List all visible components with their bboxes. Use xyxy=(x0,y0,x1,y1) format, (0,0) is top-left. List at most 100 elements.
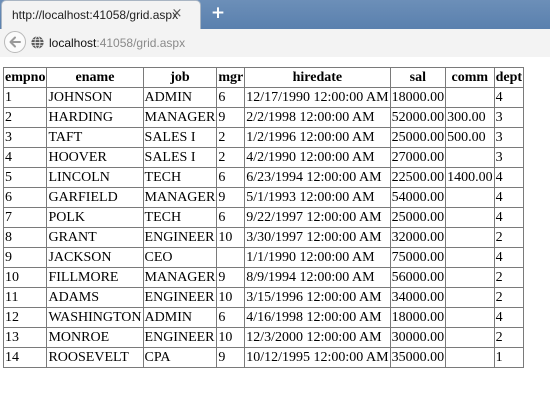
globe-icon xyxy=(31,35,44,50)
cell-dept: 4 xyxy=(493,307,525,328)
cell-sal: 25000.00 xyxy=(389,207,447,228)
cell-sal: 56000.00 xyxy=(389,267,447,288)
close-tab-icon[interactable]: × xyxy=(170,7,184,21)
cell-empno: 14 xyxy=(2,347,48,368)
table-row: 14 ROOSEVELT CPA 9 10/12/1995 12:00:00 AM 350… xyxy=(2,347,525,368)
cell-empno: 10 xyxy=(2,267,48,288)
cell-job: MANAGER xyxy=(142,107,218,128)
cell-dept: 1 xyxy=(493,347,525,368)
cell-job: TECH xyxy=(142,167,218,188)
address-bar[interactable]: localhost:41058/grid.aspx xyxy=(30,33,546,53)
cell-mgr: 10 xyxy=(216,227,246,248)
cell-dept: 3 xyxy=(493,127,525,148)
cell-comm xyxy=(445,247,495,268)
cell-comm xyxy=(445,227,495,248)
table-row: 9 JACKSON CEO 1/1/1990 12:00:00 AM 75000.00 4 xyxy=(2,247,525,268)
table-row: 4 HOOVER SALES I 2 4/2/1990 12:00:00 AM 27000… xyxy=(2,147,525,168)
tab-title: http://localhost:41058/grid.aspx xyxy=(12,8,179,22)
cell-hiredate: 3/15/1996 12:00:00 AM xyxy=(244,287,391,308)
cell-mgr: 2 xyxy=(216,127,246,148)
table-row: 12 WASHINGTON ADMIN 6 4/16/1998 12:00:00 AM 1… xyxy=(2,307,525,328)
cell-ename: WASHINGTON xyxy=(46,307,144,328)
header-row: empno ename job mgr hiredate sal comm dept xyxy=(2,67,525,88)
cell-ename: HOOVER xyxy=(46,147,144,168)
url-path: :41058/grid.aspx xyxy=(96,36,186,50)
cell-comm: 500.00 xyxy=(445,127,495,148)
cell-sal: 54000.00 xyxy=(389,187,447,208)
cell-job: SALES I xyxy=(142,147,218,168)
cell-ename: GARFIELD xyxy=(46,187,144,208)
cell-sal: 34000.00 xyxy=(389,287,447,308)
grid-body: 1 JOHNSON ADMIN 6 12/17/1990 12:00:00 AM 1800… xyxy=(2,87,525,368)
cell-sal: 18000.00 xyxy=(389,87,447,108)
cell-mgr: 6 xyxy=(216,87,246,108)
table-row: 1 JOHNSON ADMIN 6 12/17/1990 12:00:00 AM 1800… xyxy=(2,87,525,108)
cell-empno: 4 xyxy=(2,147,48,168)
cell-sal: 75000.00 xyxy=(389,247,447,268)
column-header-dept: dept xyxy=(493,67,525,88)
cell-comm xyxy=(445,187,495,208)
cell-sal: 35000.00 xyxy=(389,347,447,368)
column-header-empno: empno xyxy=(2,67,48,88)
url-host: localhost xyxy=(49,36,97,50)
cell-comm xyxy=(445,327,495,348)
cell-comm xyxy=(445,267,495,288)
table-row: 11 ADAMS ENGINEER 10 3/15/1996 12:00:00 AM 34… xyxy=(2,287,525,308)
new-tab-icon[interactable]: + xyxy=(210,5,226,22)
cell-mgr: 6 xyxy=(216,167,246,188)
cell-ename: FILLMORE xyxy=(46,267,144,288)
cell-job: MANAGER xyxy=(142,267,218,288)
cell-ename: LINCOLN xyxy=(46,167,144,188)
cell-empno: 2 xyxy=(2,107,48,128)
cell-dept: 4 xyxy=(493,187,525,208)
cell-sal: 18000.00 xyxy=(389,307,447,328)
page-content: empno ename job mgr hiredate sal comm dept 1 JOH… xyxy=(0,57,550,400)
cell-hiredate: 4/2/1990 12:00:00 AM xyxy=(244,147,391,168)
cell-job: SALES I xyxy=(142,127,218,148)
cell-hiredate: 3/30/1997 12:00:00 AM xyxy=(244,227,391,248)
cell-ename: JACKSON xyxy=(46,247,144,268)
browser-tab[interactable]: http://localhost:41058/grid.aspx × xyxy=(1,0,201,29)
cell-mgr: 9 xyxy=(216,187,246,208)
cell-sal: 25000.00 xyxy=(389,127,447,148)
cell-hiredate: 1/1/1990 12:00:00 AM xyxy=(244,247,391,268)
cell-mgr: 9 xyxy=(216,107,246,128)
cell-ename: ADAMS xyxy=(46,287,144,308)
tab-strip: http://localhost:41058/grid.aspx × + xyxy=(0,0,550,29)
cell-dept: 2 xyxy=(493,287,525,308)
cell-empno: 6 xyxy=(2,187,48,208)
column-header-mgr: mgr xyxy=(216,67,246,88)
cell-job: TECH xyxy=(142,207,218,228)
cell-ename: HARDING xyxy=(46,107,144,128)
cell-hiredate: 2/2/1998 12:00:00 AM xyxy=(244,107,391,128)
cell-dept: 2 xyxy=(493,267,525,288)
cell-hiredate: 12/3/2000 12:00:00 AM xyxy=(244,327,391,348)
cell-empno: 12 xyxy=(2,307,48,328)
cell-job: ENGINEER xyxy=(142,327,218,348)
cell-comm xyxy=(445,207,495,228)
cell-empno: 3 xyxy=(2,127,48,148)
table-row: 13 MONROE ENGINEER 10 12/3/2000 12:00:00 AM 3… xyxy=(2,327,525,348)
cell-dept: 3 xyxy=(493,147,525,168)
column-header-comm: comm xyxy=(445,67,495,88)
cell-empno: 13 xyxy=(2,327,48,348)
cell-empno: 5 xyxy=(2,167,48,188)
table-row: 8 GRANT ENGINEER 10 3/30/1997 12:00:00 AM 320… xyxy=(2,227,525,248)
url-text: localhost:41058/grid.aspx xyxy=(49,36,185,50)
cell-hiredate: 10/12/1995 12:00:00 AM xyxy=(244,347,391,368)
cell-job: ENGINEER xyxy=(142,287,218,308)
cell-comm: 300.00 xyxy=(445,107,495,128)
back-arrow-icon xyxy=(9,36,21,48)
table-row: 3 TAFT SALES I 2 1/2/1996 12:00:00 AM 25000.0… xyxy=(2,127,525,148)
cell-mgr: 2 xyxy=(216,147,246,168)
cell-ename: ROOSEVELT xyxy=(46,347,144,368)
cell-dept: 4 xyxy=(493,207,525,228)
back-button[interactable] xyxy=(4,31,26,53)
cell-hiredate: 4/16/1998 12:00:00 AM xyxy=(244,307,391,328)
cell-empno: 8 xyxy=(2,227,48,248)
navigation-bar: localhost:41058/grid.aspx xyxy=(0,29,550,58)
table-row: 5 LINCOLN TECH 6 6/23/1994 12:00:00 AM 22500.… xyxy=(2,167,525,188)
cell-job: CEO xyxy=(142,247,218,268)
cell-sal: 52000.00 xyxy=(389,107,447,128)
cell-comm xyxy=(445,147,495,168)
